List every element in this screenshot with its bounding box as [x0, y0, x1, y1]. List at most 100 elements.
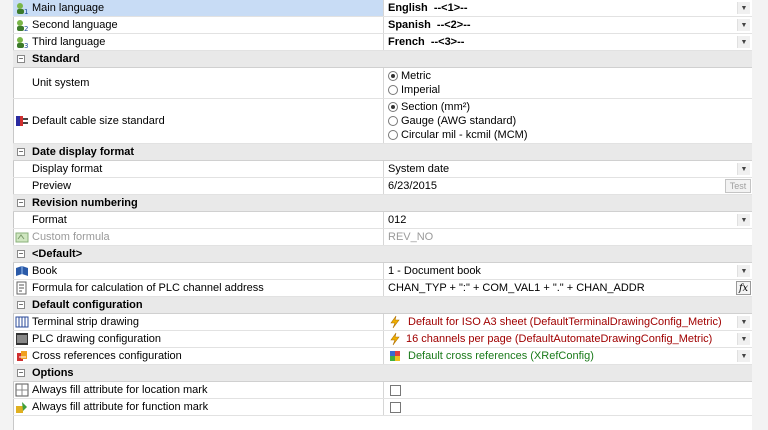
category-revision-numbering[interactable]: − Revision numbering [13, 195, 752, 212]
radio-section-label: Section (mm²) [401, 101, 471, 113]
main-language-label: Main language [32, 2, 105, 14]
category-default-configuration[interactable]: − Default configuration [13, 297, 752, 314]
svg-text:1: 1 [24, 8, 28, 15]
second-language-label-cell: 2 Second language [13, 17, 384, 33]
collapse-icon[interactable]: − [17, 301, 25, 309]
row-third-language[interactable]: 3 Third language French --<3>-- ▼ [13, 34, 752, 51]
book-value[interactable]: 1 - Document book ▼ [385, 263, 752, 279]
dropdown-arrow-icon[interactable]: ▼ [737, 316, 750, 328]
third-language-name: French [388, 36, 425, 48]
dropdown-arrow-icon[interactable]: ▼ [737, 163, 750, 175]
row-location-mark[interactable]: Always fill attribute for location mark [13, 382, 752, 399]
row-function-mark[interactable]: Always fill attribute for function mark [13, 399, 752, 416]
collapse-icon[interactable]: − [17, 148, 25, 156]
plc-drawing-value[interactable]: 16 channels per page (DefaultAutomateDra… [385, 331, 752, 347]
radio-gauge-label: Gauge (AWG standard) [401, 115, 517, 127]
display-format-text: System date [388, 163, 450, 175]
format-label: Format [32, 214, 67, 226]
radio-dot-icon[interactable] [388, 102, 398, 112]
row-main-language[interactable]: 1 Main language English --<1>-- ▼ [13, 0, 752, 17]
category-standard[interactable]: − Standard [13, 51, 752, 68]
row-cross-references[interactable]: Cross references configuration Default c… [13, 348, 752, 365]
cable-size-label: Default cable size standard [32, 115, 165, 127]
collapse-icon[interactable]: − [17, 369, 25, 377]
config-cube-icon [388, 349, 402, 363]
main-language-value[interactable]: English --<1>-- ▼ [385, 0, 752, 16]
location-mark-value [385, 382, 752, 398]
category-default-title: <Default> [32, 248, 83, 260]
row-unit-system[interactable]: Unit system Metric Imperial [13, 68, 752, 99]
radio-dot-icon[interactable] [388, 85, 398, 95]
format-text: 012 [388, 214, 407, 226]
collapse-icon[interactable]: − [17, 250, 25, 258]
dropdown-arrow-icon[interactable]: ▼ [737, 333, 750, 345]
radio-circular-mil[interactable]: Circular mil - kcmil (MCM) [388, 128, 527, 142]
category-date-title: Date display format [32, 146, 135, 158]
radio-dot-icon[interactable] [388, 130, 398, 140]
radio-imperial[interactable]: Imperial [388, 83, 440, 97]
test-button[interactable]: Test [725, 179, 751, 193]
radio-dot-icon[interactable] [388, 116, 398, 126]
format-label-cell: Format [13, 212, 384, 228]
format-value[interactable]: 012 ▼ [385, 212, 752, 228]
cable-size-label-cell: Default cable size standard [13, 99, 384, 143]
svg-text:3: 3 [24, 42, 28, 49]
dropdown-arrow-icon[interactable]: ▼ [737, 2, 750, 14]
row-plc-drawing[interactable]: PLC drawing configuration 16 channels pe… [13, 331, 752, 348]
category-date-display-format[interactable]: − Date display format [13, 144, 752, 161]
display-format-value[interactable]: System date ▼ [385, 161, 752, 177]
row-display-format[interactable]: Display format System date ▼ [13, 161, 752, 178]
dropdown-arrow-icon[interactable]: ▼ [737, 214, 750, 226]
cross-references-text: Default cross references (XRefConfig) [408, 350, 594, 362]
row-plc-formula[interactable]: Formula for calculation of PLC channel a… [13, 280, 752, 297]
third-language-label-cell: 3 Third language [13, 34, 384, 50]
plc-drawing-text: 16 channels per page (DefaultAutomateDra… [406, 333, 713, 345]
function-icon [15, 400, 29, 414]
language-flag-icon: 3 [15, 35, 29, 49]
function-mark-label-cell: Always fill attribute for function mark [13, 399, 384, 415]
row-format[interactable]: Format 012 ▼ [13, 212, 752, 229]
book-text: 1 - Document book [388, 265, 481, 277]
row-cable-size-standard[interactable]: Default cable size standard Section (mm²… [13, 99, 752, 144]
terminal-strip-label: Terminal strip drawing [32, 316, 139, 328]
svg-text:2: 2 [24, 25, 28, 32]
row-second-language[interactable]: 2 Second language Spanish --<2>-- ▼ [13, 17, 752, 34]
radio-section[interactable]: Section (mm²) [388, 100, 470, 114]
category-options[interactable]: − Options [13, 365, 752, 382]
main-language-name: English [388, 2, 428, 14]
radio-circular-mil-label: Circular mil - kcmil (MCM) [401, 129, 528, 141]
main-language-label-cell: 1 Main language [13, 0, 384, 16]
custom-formula-text: REV_NO [388, 231, 434, 243]
cross-references-value[interactable]: Default cross references (XRefConfig) ▼ [385, 348, 752, 364]
display-format-label: Display format [32, 163, 103, 175]
book-label-cell: Book [13, 263, 384, 279]
custom-formula-label: Custom formula [32, 231, 110, 243]
function-mark-checkbox[interactable] [390, 401, 401, 413]
dropdown-arrow-icon[interactable]: ▼ [737, 350, 750, 362]
row-terminal-strip[interactable]: Terminal strip drawing Default for ISO A… [13, 314, 752, 331]
third-language-value[interactable]: French --<3>-- ▼ [385, 34, 752, 50]
collapse-icon[interactable]: − [17, 199, 25, 207]
category-revision-title: Revision numbering [32, 197, 138, 209]
category-default[interactable]: − <Default> [13, 246, 752, 263]
fx-button[interactable]: fx [736, 281, 751, 295]
unit-system-options: Metric Imperial [385, 68, 752, 98]
row-book[interactable]: Book 1 - Document book ▼ [13, 263, 752, 280]
radio-gauge[interactable]: Gauge (AWG standard) [388, 114, 516, 128]
dropdown-arrow-icon[interactable]: ▼ [737, 265, 750, 277]
terminal-strip-text: Default for ISO A3 sheet (DefaultTermina… [408, 316, 722, 328]
third-language-label: Third language [32, 36, 106, 48]
location-mark-label-cell: Always fill attribute for location mark [13, 382, 384, 398]
dropdown-arrow-icon[interactable]: ▼ [737, 36, 750, 48]
radio-metric[interactable]: Metric [388, 69, 431, 83]
collapse-icon[interactable]: − [17, 55, 25, 63]
dropdown-arrow-icon[interactable]: ▼ [737, 19, 750, 31]
location-mark-checkbox[interactable] [390, 384, 401, 396]
display-format-label-cell: Display format [13, 161, 384, 177]
terminal-strip-value[interactable]: Default for ISO A3 sheet (DefaultTermina… [385, 314, 752, 330]
second-language-value[interactable]: Spanish --<2>-- ▼ [385, 17, 752, 33]
cross-reference-icon [15, 349, 29, 363]
radio-dot-icon[interactable] [388, 71, 398, 81]
plc-formula-label-cell: Formula for calculation of PLC channel a… [13, 280, 384, 296]
plc-formula-value[interactable]: CHAN_TYP + ":" + COM_VAL1 + "." + CHAN_A… [385, 280, 752, 296]
